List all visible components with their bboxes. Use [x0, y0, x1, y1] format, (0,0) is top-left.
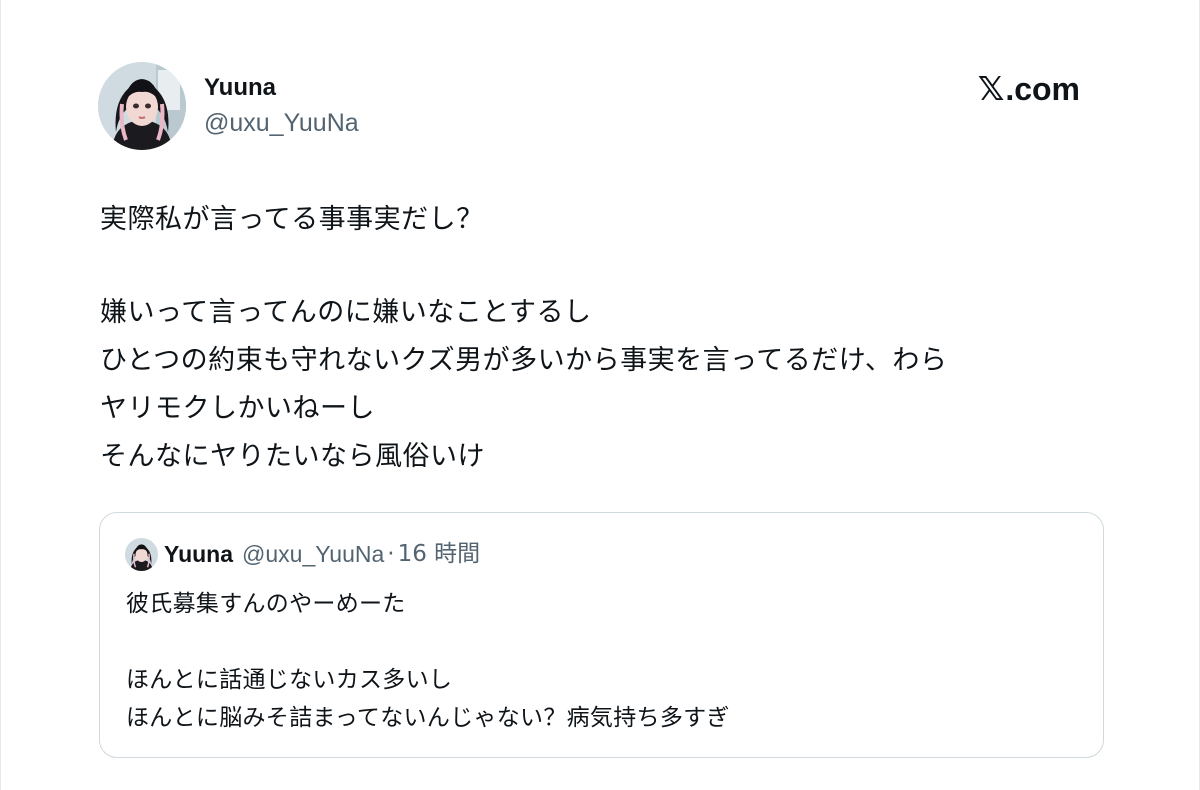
tweet-text-line: 実際私が言ってる事事実だし？: [100, 204, 484, 235]
x-logo-icon: 𝕏: [977, 69, 1005, 108]
quoted-tweet-card[interactable]: Yuuna @uxu_YuuNa · 16 時間 彼氏募集すんのやーめーた ほん…: [99, 512, 1104, 758]
author-handle[interactable]: @uxu_YuuNa: [204, 108, 359, 138]
tweet-text-line: そんなにヤりたいなら風俗いけ: [100, 441, 485, 472]
author-avatar[interactable]: [98, 62, 186, 150]
tweet-text-line: ひとつの約束も守れないクズ男が多いから事実を言ってるだけ、わら: [100, 345, 948, 376]
quoted-text-line: 彼氏募集すんのやーめーた: [126, 591, 406, 617]
tweet-text-line: 嫌いって言ってんのに嫌いなことするし: [100, 297, 592, 328]
quoted-tweet-text: 彼氏募集すんのやーめーた ほんとに話通じないカス多いし ほんとに脳みそ詰まってな…: [126, 585, 730, 737]
tweet-screenshot: Yuuna @uxu_YuuNa 𝕏 .com 実際私が言ってる事事実だし？ 嫌い…: [0, 0, 1200, 790]
quoted-tweet-header: Yuuna @uxu_YuuNa · 16 時間: [125, 537, 480, 571]
quoted-author-avatar[interactable]: [125, 537, 158, 571]
avatar-photo: [98, 62, 186, 150]
brand-domain: .com: [1005, 71, 1080, 107]
author-name[interactable]: Yuuna: [204, 73, 276, 103]
quoted-author-name[interactable]: Yuuna: [164, 537, 233, 571]
tweet-text-line: ヤリモクしかいねーし: [100, 393, 375, 424]
separator-dot: ·: [387, 541, 395, 567]
quoted-text-line: ほんとに話通じないカス多いし: [126, 667, 453, 693]
quoted-timestamp[interactable]: 16 時間: [398, 537, 481, 571]
x-com-logo: 𝕏 .com: [978, 70, 1080, 108]
avatar-photo: [125, 537, 158, 571]
quoted-author-handle[interactable]: @uxu_YuuNa: [242, 537, 384, 571]
tweet-text: 実際私が言ってる事事実だし？ 嫌いって言ってんのに嫌いなことするし ひとつの約束…: [100, 196, 1100, 481]
quoted-text-line: ほんとに脳みそ詰まってないんじゃない？病気持ち多すぎ: [126, 705, 730, 731]
